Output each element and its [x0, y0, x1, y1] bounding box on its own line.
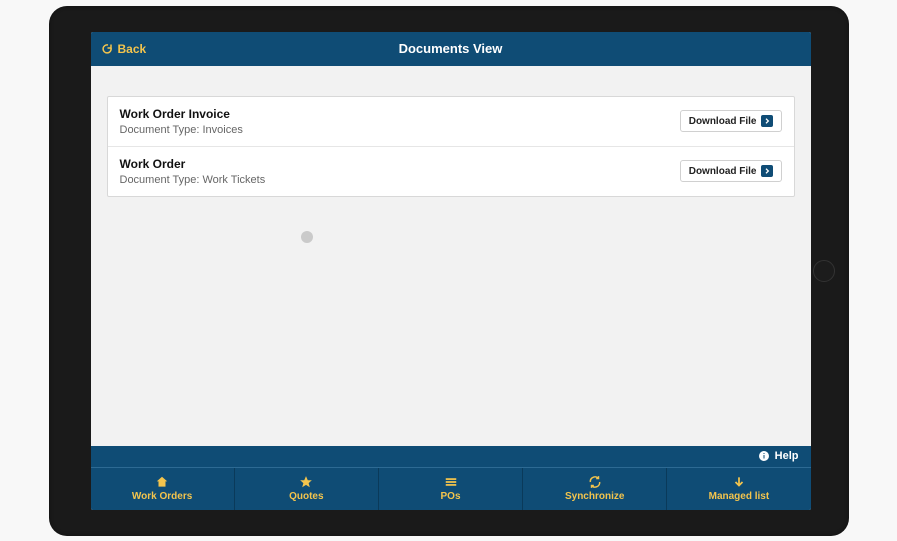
- download-file-label: Download File: [689, 116, 757, 127]
- tab-label: Quotes: [289, 491, 323, 502]
- document-type: Document Type: Invoices: [120, 124, 243, 136]
- app-screen: Back Documents View Work Order Invoice D…: [91, 32, 811, 510]
- sync-icon: [588, 475, 602, 489]
- document-type-value: Work Tickets: [202, 174, 265, 186]
- document-row: Work Order Invoice Document Type: Invoic…: [108, 97, 794, 147]
- tab-synchronize[interactable]: Synchronize: [523, 468, 667, 510]
- download-icon: [732, 475, 746, 489]
- tab-managed-list[interactable]: Managed list: [667, 468, 810, 510]
- home-icon: [155, 475, 169, 489]
- tab-label: Managed list: [709, 491, 770, 502]
- document-type: Document Type: Work Tickets: [120, 174, 266, 186]
- download-file-label: Download File: [689, 166, 757, 177]
- page-title: Documents View: [91, 41, 811, 56]
- tab-bar: Work Orders Quotes POs Synchronize: [91, 468, 811, 510]
- tab-label: POs: [441, 491, 461, 502]
- menu-icon: [444, 475, 458, 489]
- document-info: Work Order Document Type: Work Tickets: [120, 157, 266, 186]
- document-type-label: Document Type:: [120, 124, 200, 136]
- back-label: Back: [118, 42, 147, 56]
- tab-quotes[interactable]: Quotes: [235, 468, 379, 510]
- chevron-right-icon: [761, 165, 773, 177]
- tab-label: Work Orders: [132, 491, 192, 502]
- document-title: Work Order Invoice: [120, 107, 243, 121]
- document-type-label: Document Type:: [120, 174, 200, 186]
- info-icon: [758, 450, 770, 462]
- tablet-frame: Back Documents View Work Order Invoice D…: [49, 6, 849, 536]
- tab-label: Synchronize: [565, 491, 624, 502]
- star-icon: [299, 475, 313, 489]
- back-arrow-icon: [101, 43, 113, 55]
- help-button[interactable]: Help: [91, 446, 811, 468]
- home-button[interactable]: [813, 260, 835, 282]
- document-type-value: Invoices: [202, 124, 242, 136]
- loading-indicator: [301, 231, 313, 243]
- help-label: Help: [775, 450, 799, 462]
- tab-pos[interactable]: POs: [379, 468, 523, 510]
- document-title: Work Order: [120, 157, 266, 171]
- download-file-button[interactable]: Download File: [680, 110, 782, 132]
- document-list: Work Order Invoice Document Type: Invoic…: [107, 96, 795, 197]
- tab-work-orders[interactable]: Work Orders: [91, 468, 235, 510]
- header-bar: Back Documents View: [91, 32, 811, 66]
- download-file-button[interactable]: Download File: [680, 160, 782, 182]
- document-row: Work Order Document Type: Work Tickets D…: [108, 147, 794, 196]
- back-button[interactable]: Back: [101, 42, 147, 56]
- chevron-right-icon: [761, 115, 773, 127]
- document-info: Work Order Invoice Document Type: Invoic…: [120, 107, 243, 136]
- content-area: Work Order Invoice Document Type: Invoic…: [91, 66, 811, 446]
